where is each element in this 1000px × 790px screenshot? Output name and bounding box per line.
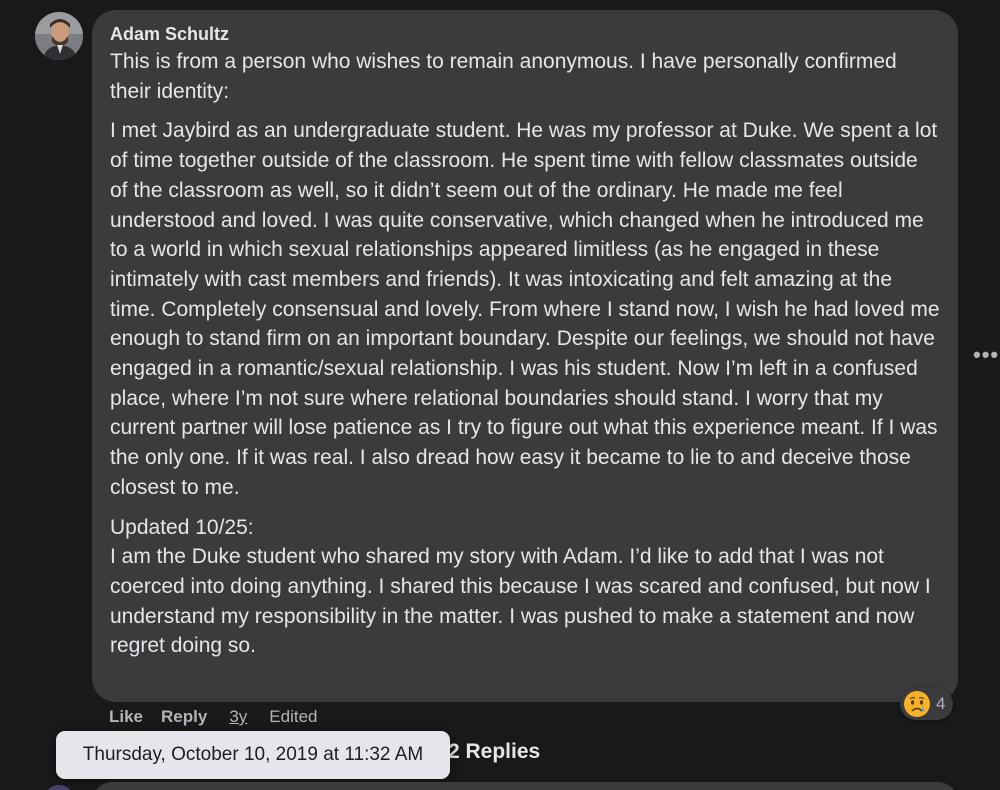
- reply-button[interactable]: Reply: [161, 707, 207, 727]
- comment-actions: Like Reply 3y Edited: [109, 705, 318, 729]
- comment-bubble: Adam Schultz This is from a person who w…: [92, 10, 958, 702]
- timestamp-link[interactable]: 3y: [229, 707, 247, 727]
- comment-text-update: Updated 10/25: I am the Duke student who…: [110, 515, 931, 658]
- replies-count-label[interactable]: 2 Replies: [448, 740, 540, 764]
- comment-text-story: I met Jaybird as an undergraduate studen…: [110, 119, 940, 499]
- like-button[interactable]: Like: [109, 707, 143, 727]
- timestamp-tooltip: Thursday, October 10, 2019 at 11:32 AM: [56, 731, 450, 779]
- avatar-photo-icon: [35, 12, 83, 60]
- reaction-count: 4: [936, 694, 946, 713]
- more-options-icon[interactable]: •••: [973, 344, 1000, 366]
- comment-author[interactable]: Adam Schultz: [110, 22, 940, 46]
- comment-text-intro: This is from a person who wishes to rema…: [110, 50, 897, 103]
- edited-label[interactable]: Edited: [269, 707, 317, 727]
- sad-face-icon: [904, 691, 930, 717]
- next-comment-bubble: [92, 782, 958, 790]
- author-avatar[interactable]: [35, 12, 83, 60]
- comment-thread: Adam Schultz This is from a person who w…: [0, 0, 1000, 790]
- reaction-summary[interactable]: 4: [900, 688, 954, 720]
- tooltip-text: Thursday, October 10, 2019 at 11:32 AM: [82, 744, 424, 765]
- next-comment-avatar[interactable]: [44, 785, 74, 790]
